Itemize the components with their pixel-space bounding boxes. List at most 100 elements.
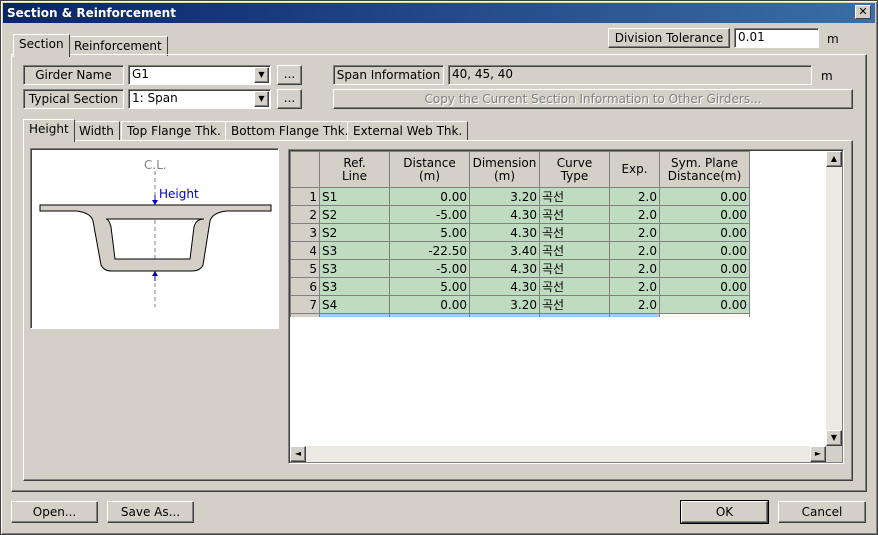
subtab-external-web-thk[interactable]: External Web Thk. — [347, 121, 469, 141]
division-tolerance-input[interactable]: 0.01 — [734, 28, 819, 48]
scrollbar-corner — [826, 446, 842, 462]
cell-distance[interactable]: -5.00 — [389, 259, 470, 278]
cell-exp[interactable]: 2.0 — [609, 187, 660, 206]
close-icon: ✕ — [858, 5, 868, 18]
column-header-sym-plane-distance[interactable]: Sym. Plane Distance(m) — [659, 151, 750, 188]
cell-ref-line[interactable]: S2 — [319, 205, 390, 224]
open-button[interactable]: Open... — [11, 501, 98, 523]
scroll-up-button[interactable]: ▲ — [826, 151, 842, 167]
cell-curve-type[interactable]: 곡선 — [539, 205, 610, 224]
row-number[interactable]: 1 — [290, 187, 320, 206]
tab-section[interactable]: Section — [13, 34, 70, 57]
cell-dimension[interactable]: 3.40 — [469, 241, 540, 260]
table-row[interactable]: 1 S1 0.00 3.20 곡선 2.0 0.00 — [290, 187, 750, 206]
typical-section-more-button[interactable]: ... — [277, 89, 302, 109]
vertical-scrollbar[interactable]: ▲ ▼ — [826, 151, 842, 446]
scroll-right-icon: ► — [814, 449, 822, 458]
cell-sym-plane-distance[interactable]: 0.00 — [659, 295, 750, 314]
girder-name-dropdown-icon[interactable]: ▼ — [254, 67, 269, 83]
cell-curve-type[interactable]: 곡선 — [539, 241, 610, 260]
table-row[interactable]: 3 S2 5.00 4.30 곡선 2.0 0.00 — [290, 223, 750, 242]
ok-button[interactable]: OK — [680, 500, 769, 524]
cell-dimension[interactable]: 3.20 — [469, 187, 540, 206]
subtab-height[interactable]: Height — [23, 119, 75, 142]
column-header-ref-line[interactable]: Ref. Line — [319, 151, 390, 188]
copy-section-button[interactable]: Copy the Current Section Information to … — [333, 89, 853, 109]
girder-name-value: G1 — [132, 67, 149, 81]
cell-exp[interactable]: 2.0 — [609, 277, 660, 296]
girder-name-more-button[interactable]: ... — [277, 65, 302, 85]
cell-curve-type[interactable]: 곡선 — [539, 277, 610, 296]
cell-distance[interactable]: -22.50 — [389, 241, 470, 260]
cell-curve-type[interactable]: 곡선 — [539, 187, 610, 206]
girder-name-select[interactable]: G1 ▼ — [128, 65, 271, 85]
scroll-right-button[interactable]: ► — [810, 446, 826, 462]
table-row[interactable]: 6 S3 5.00 4.30 곡선 2.0 0.00 — [290, 277, 750, 296]
cell-ref-line[interactable]: S4 — [319, 295, 390, 314]
division-tolerance-label: Division Tolerance — [608, 28, 730, 48]
table-row[interactable]: 7 S4 0.00 3.20 곡선 2.0 0.00 — [290, 295, 750, 314]
cell-ref-line[interactable]: S2 — [319, 223, 390, 242]
cell-distance[interactable]: 5.00 — [389, 223, 470, 242]
cell-dimension[interactable]: 3.20 — [469, 295, 540, 314]
horizontal-scrollbar[interactable]: ◄ ► — [290, 446, 826, 462]
cell-exp[interactable]: 2.0 — [609, 241, 660, 260]
tab-reinforcement[interactable]: Reinforcement — [68, 36, 168, 56]
row-number[interactable]: 7 — [290, 295, 320, 314]
cell-ref-line[interactable]: S3 — [319, 241, 390, 260]
cell-distance[interactable]: 5.00 — [389, 277, 470, 296]
girder-name-text: Girder Name — [35, 68, 112, 82]
typical-section-dropdown-icon[interactable]: ▼ — [254, 91, 269, 107]
cell-exp[interactable]: 2.0 — [609, 205, 660, 224]
cell-sym-plane-distance[interactable]: 0.00 — [659, 223, 750, 242]
row-number[interactable]: 5 — [290, 259, 320, 278]
cell-sym-plane-distance[interactable]: 0.00 — [659, 277, 750, 296]
table-row[interactable]: 4 S3 -22.50 3.40 곡선 2.0 0.00 — [290, 241, 750, 260]
subtab-bottom-flange-thk[interactable]: Bottom Flange Thk. — [225, 121, 355, 141]
cell-dimension[interactable]: 4.30 — [469, 277, 540, 296]
cell-distance[interactable]: -5.00 — [389, 205, 470, 224]
subtab-top-flange-thk[interactable]: Top Flange Thk. — [121, 121, 227, 141]
close-button[interactable]: ✕ — [855, 5, 871, 19]
typical-section-value: 1: Span — [132, 91, 178, 105]
typical-section-label: Typical Section — [23, 89, 124, 109]
cell-ref-line[interactable]: S3 — [319, 277, 390, 296]
cell-ref-line[interactable]: S1 — [319, 187, 390, 206]
cell-exp[interactable]: 2.0 — [609, 259, 660, 278]
cell-exp[interactable]: 2.0 — [609, 223, 660, 242]
subtab-width[interactable]: Width — [73, 121, 120, 141]
cell-sym-plane-distance[interactable]: 0.00 — [659, 187, 750, 206]
cell-sym-plane-distance[interactable]: 0.00 — [659, 259, 750, 278]
cell-curve-type[interactable]: 곡선 — [539, 223, 610, 242]
row-number[interactable]: 4 — [290, 241, 320, 260]
cell-curve-type[interactable]: 곡선 — [539, 259, 610, 278]
scroll-down-button[interactable]: ▼ — [826, 430, 842, 446]
title-bar[interactable]: Section & Reinforcement ✕ — [3, 3, 875, 23]
cell-ref-line[interactable]: S3 — [319, 259, 390, 278]
cell-distance[interactable]: 0.00 — [389, 187, 470, 206]
column-header-distance[interactable]: Distance (m) — [389, 151, 470, 188]
save-as-button[interactable]: Save As... — [107, 501, 194, 523]
span-information-label: Span Information — [333, 65, 444, 85]
cell-sym-plane-distance[interactable]: 0.00 — [659, 205, 750, 224]
cell-exp[interactable]: 2.0 — [609, 295, 660, 314]
row-number[interactable]: 6 — [290, 277, 320, 296]
cell-distance[interactable]: 0.00 — [389, 295, 470, 314]
section-diagram: C.L. Height — [30, 148, 279, 329]
cell-dimension[interactable]: 4.30 — [469, 259, 540, 278]
table-row[interactable]: 5 S3 -5.00 4.30 곡선 2.0 0.00 — [290, 259, 750, 278]
cell-sym-plane-distance[interactable]: 0.00 — [659, 241, 750, 260]
table-row[interactable]: 2 S2 -5.00 4.30 곡선 2.0 0.00 — [290, 205, 750, 224]
height-dimension-label: Height — [159, 187, 199, 201]
column-header-dimension[interactable]: Dimension (m) — [469, 151, 540, 188]
column-header-exp[interactable]: Exp. — [609, 151, 660, 188]
column-header-curve-type[interactable]: Curve Type — [539, 151, 610, 188]
row-number[interactable]: 3 — [290, 223, 320, 242]
row-number[interactable]: 2 — [290, 205, 320, 224]
cell-curve-type[interactable]: 곡선 — [539, 295, 610, 314]
cell-dimension[interactable]: 4.30 — [469, 205, 540, 224]
cancel-button[interactable]: Cancel — [778, 501, 866, 523]
typical-section-select[interactable]: 1: Span ▼ — [128, 89, 271, 109]
scroll-left-button[interactable]: ◄ — [290, 446, 306, 462]
cell-dimension[interactable]: 4.30 — [469, 223, 540, 242]
